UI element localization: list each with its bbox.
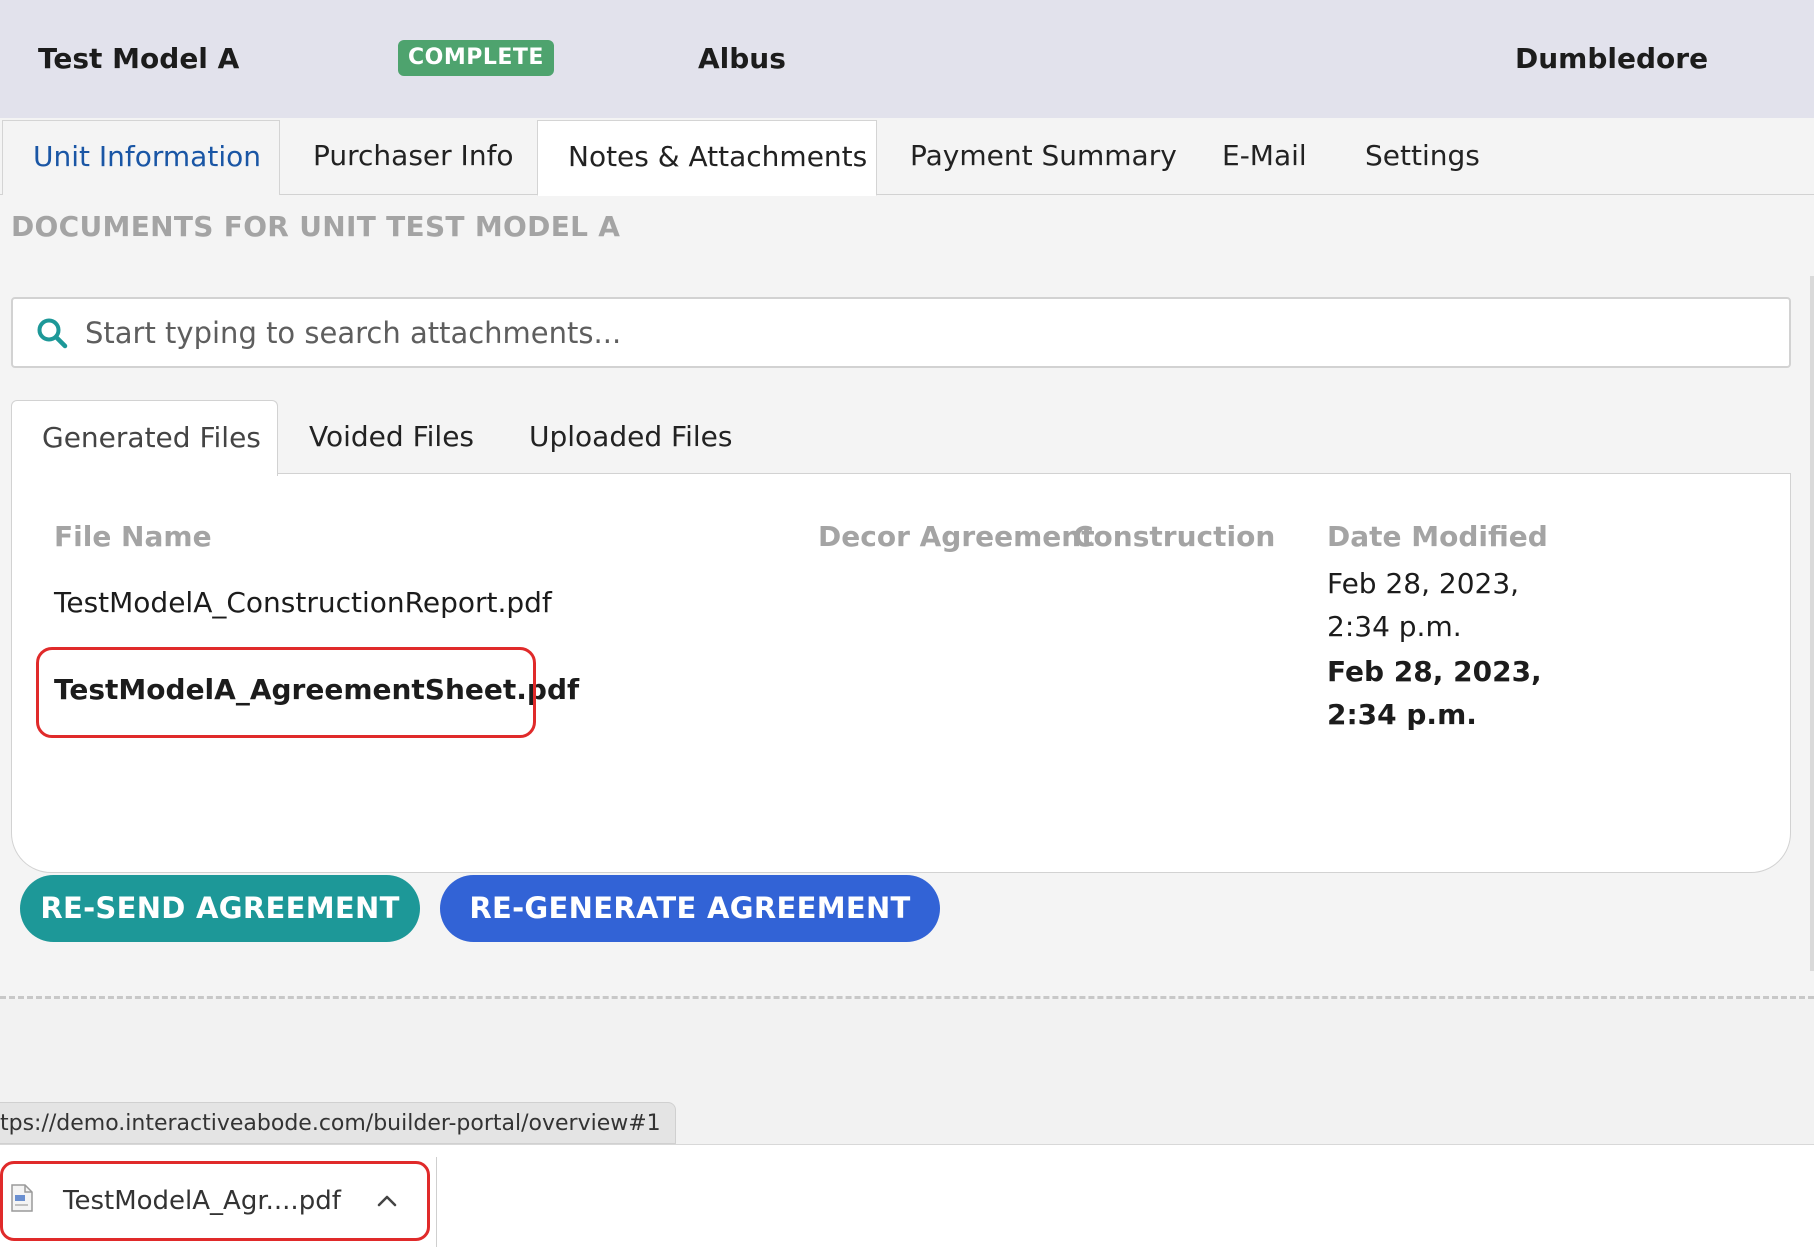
tab-uploaded-files[interactable]: Uploaded Files — [529, 400, 732, 474]
search-box — [11, 297, 1791, 368]
tab-voided-files[interactable]: Voided Files — [309, 400, 474, 474]
column-header-decor-agreement[interactable]: Decor Agreement — [818, 520, 1095, 553]
search-icon — [37, 318, 68, 349]
unit-header: Test Model A COMPLETE Albus Dumbledore — [0, 0, 1814, 118]
column-header-construction[interactable]: Construction — [1073, 520, 1275, 553]
resend-agreement-button[interactable]: RE-SEND AGREEMENT — [20, 875, 420, 942]
pdf-file-icon — [11, 1184, 33, 1212]
column-header-date-modified[interactable]: Date Modified — [1327, 520, 1548, 553]
tab-purchaser-info[interactable]: Purchaser Info — [313, 120, 514, 195]
download-shelf: TestModelA_Agr....pdf — [0, 1144, 1814, 1252]
tab-settings[interactable]: Settings — [1365, 120, 1480, 195]
file-name-construction-report[interactable]: TestModelA_ConstructionReport.pdf — [54, 586, 552, 619]
chevron-up-icon[interactable] — [375, 1190, 399, 1210]
download-separator — [436, 1157, 437, 1247]
tab-payment-summary[interactable]: Payment Summary — [910, 120, 1177, 195]
tab-email[interactable]: E-Mail — [1222, 120, 1307, 195]
status-bar-url: tps://demo.interactiveabode.com/builder-… — [0, 1102, 676, 1144]
file-date-construction-report: Feb 28, 2023, 2:34 p.m. — [1327, 567, 1520, 643]
search-input[interactable] — [85, 305, 1775, 361]
documents-title: DOCUMENTS FOR UNIT TEST MODEL A — [11, 210, 621, 243]
scrollbar-track[interactable] — [1810, 276, 1814, 971]
purchaser-first-name: Albus — [698, 42, 786, 75]
purchaser-last-name: Dumbledore — [1515, 42, 1709, 75]
unit-model-name: Test Model A — [38, 42, 240, 75]
download-file-name: TestModelA_Agr....pdf — [63, 1186, 341, 1216]
tab-generated-files[interactable]: Generated Files — [11, 400, 278, 476]
file-date-agreement-sheet: Feb 28, 2023, 2:34 p.m. — [1327, 655, 1542, 731]
status-badge: COMPLETE — [398, 40, 554, 76]
main-tab-bar: Unit Information Purchaser Info Notes & … — [0, 118, 1814, 196]
tab-notes-attachments[interactable]: Notes & Attachments — [537, 120, 877, 196]
download-item[interactable]: TestModelA_Agr....pdf — [0, 1161, 430, 1241]
tab-unit-information[interactable]: Unit Information — [2, 120, 280, 195]
agreement-highlight-box — [36, 647, 536, 738]
column-header-file-name[interactable]: File Name — [54, 520, 212, 553]
regenerate-agreement-button[interactable]: RE-GENERATE AGREEMENT — [440, 875, 940, 942]
